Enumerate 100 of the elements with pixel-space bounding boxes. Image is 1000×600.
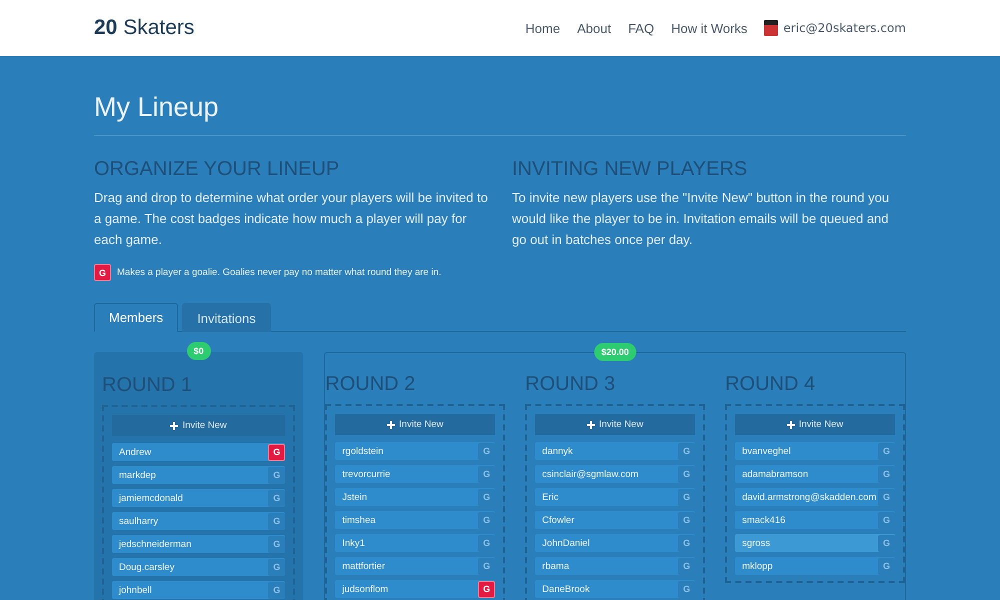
player-row[interactable]: adamabramson G [735, 465, 896, 483]
invite-new-button[interactable]: Invite New [535, 414, 696, 435]
goalie-toggle[interactable]: G [678, 442, 696, 460]
nav-link[interactable]: How it Works [671, 20, 748, 36]
goalie-toggle[interactable]: G [268, 582, 286, 598]
invite-new-button[interactable]: Invite New [735, 414, 896, 435]
player-name: adamabramson [742, 468, 808, 480]
player-row[interactable]: saulharry G [112, 512, 286, 530]
goalie-toggle[interactable]: G [878, 512, 896, 528]
player-name: jedschneiderman [119, 538, 192, 550]
player-name: Eric [542, 492, 559, 502]
player-row[interactable]: Jstein G [335, 488, 496, 506]
player-row[interactable]: mklopp G [735, 557, 896, 575]
player-name: mattfortier [342, 560, 386, 572]
player-name: timshea [342, 514, 376, 526]
nav-link[interactable]: About [577, 20, 612, 36]
player-row[interactable]: david.armstrong@skadden.com G [735, 488, 896, 506]
player-name: bvanveghel [742, 446, 791, 456]
goalie-toggle[interactable]: G [878, 442, 896, 460]
player-row[interactable]: jamiemcdonald G [112, 489, 286, 507]
goalie-toggle[interactable]: G [478, 558, 496, 574]
user-email-link[interactable]: eric@20skaters.com [783, 21, 906, 35]
nav-link[interactable]: Home [525, 20, 560, 36]
goalie-toggle[interactable]: G [268, 466, 286, 484]
player-name: saulharry [119, 516, 158, 526]
section-heading: ORGANIZE YOUR LINEUP [94, 158, 340, 181]
player-row[interactable]: rgoldstein G [335, 442, 496, 460]
player-row[interactable]: bvanveghel G [735, 442, 896, 460]
player-name: Inky1 [342, 538, 365, 548]
goalie-toggle[interactable]: G [478, 442, 496, 460]
player-name: sgross [742, 538, 770, 548]
goalie-toggle[interactable]: G [678, 580, 696, 598]
tab[interactable]: Invitations [182, 303, 271, 332]
player-row[interactable]: Inky1 G [335, 534, 496, 552]
section-text: Drag and drop to determine what order your players will be invited to a game. The cost badges indicate how much a player will pay for each game. [94, 189, 488, 249]
player-row[interactable]: Doug.carsley G [112, 558, 286, 576]
player-name: smack416 [742, 514, 786, 526]
player-row[interactable]: Eric G [535, 488, 696, 506]
player-name: Andrew [119, 446, 152, 458]
player-row[interactable]: dannyk G [535, 442, 696, 460]
goalie-toggle[interactable]: G [478, 534, 496, 552]
player-row[interactable]: jedschneiderman G [112, 535, 286, 553]
goalie-toggle[interactable]: G [268, 512, 286, 530]
goalie-toggle[interactable]: G [268, 558, 286, 576]
player-name: JohnDaniel [542, 538, 590, 548]
price-badge: $0 [186, 342, 211, 360]
player-name: mklopp [742, 560, 773, 572]
goalie-toggle[interactable]: G [878, 488, 896, 506]
player-row[interactable]: JohnDaniel G [535, 534, 696, 552]
player-row[interactable]: mattfortier G [335, 557, 496, 575]
player-row[interactable]: markdep G [112, 466, 286, 484]
round-title: ROUND 3 [525, 373, 616, 396]
player-row[interactable]: timshea G [335, 511, 496, 529]
player-name: dannyk [542, 446, 573, 456]
goalie-toggle[interactable]: G [878, 466, 896, 482]
player-name: markdep [119, 470, 156, 480]
avatar-icon [764, 20, 778, 36]
goalie-toggle[interactable]: G [478, 466, 496, 482]
price-badge: $20.00 [594, 343, 636, 361]
player-row[interactable]: johnbell G [112, 581, 286, 599]
invite-new-button[interactable]: Invite New [335, 414, 496, 435]
goalie-toggle[interactable]: G [678, 466, 696, 482]
plus-icon [387, 420, 396, 428]
brand-logo[interactable]: 20 Skaters [94, 16, 194, 40]
legend-text: Makes a player a goalie. Goalies never pay no matter what round they are in. [117, 267, 442, 278]
goalie-toggle[interactable]: G [678, 558, 696, 574]
player-name: jamiemcdonald [119, 492, 183, 504]
goalie-toggle[interactable]: G [878, 534, 896, 552]
section-text: To invite new players use the "Invite New" button in the round you would like the player to be in. Invitation emails will be queued and go out in batches once per day. [512, 189, 890, 249]
goalie-toggle[interactable]: G [478, 512, 496, 528]
goalie-toggle[interactable]: G [268, 490, 286, 506]
round-title: ROUND 4 [725, 373, 816, 396]
player-name: csinclair@sgmlaw.com [542, 468, 638, 480]
invite-new-button[interactable]: Invite New [112, 415, 286, 436]
goalie-badge: G [94, 264, 111, 281]
player-row[interactable]: trevorcurrie G [335, 465, 496, 483]
goalie-toggle[interactable]: G [678, 488, 696, 506]
goalie-toggle[interactable]: G [678, 534, 696, 552]
player-name: rgoldstein [342, 446, 384, 456]
goalie-toggle[interactable]: G [478, 488, 496, 506]
player-row[interactable]: Andrew G [112, 443, 286, 461]
player-name: Doug.carsley [119, 562, 174, 572]
player-row[interactable]: Cfowler G [535, 511, 696, 529]
goalie-toggle[interactable]: G [268, 444, 286, 460]
goalie-toggle[interactable]: G [268, 536, 286, 552]
player-name: DaneBrook [542, 584, 590, 594]
player-row[interactable]: sgross G [735, 534, 896, 552]
player-name: trevorcurrie [342, 468, 390, 480]
goalie-toggle[interactable]: G [678, 512, 696, 528]
goalie-toggle[interactable]: G [878, 558, 896, 574]
page-title: My Lineup [94, 56, 906, 136]
player-name: Jstein [342, 492, 368, 502]
goalie-toggle[interactable]: G [478, 580, 496, 598]
tab[interactable]: Members [94, 303, 178, 332]
player-row[interactable]: rbama G [535, 557, 696, 575]
nav-link[interactable]: FAQ [628, 20, 654, 36]
player-row[interactable]: judsonflom G [335, 580, 496, 598]
player-row[interactable]: smack416 G [735, 511, 896, 529]
player-row[interactable]: DaneBrook G [535, 580, 696, 598]
player-row[interactable]: csinclair@sgmlaw.com G [535, 465, 696, 483]
